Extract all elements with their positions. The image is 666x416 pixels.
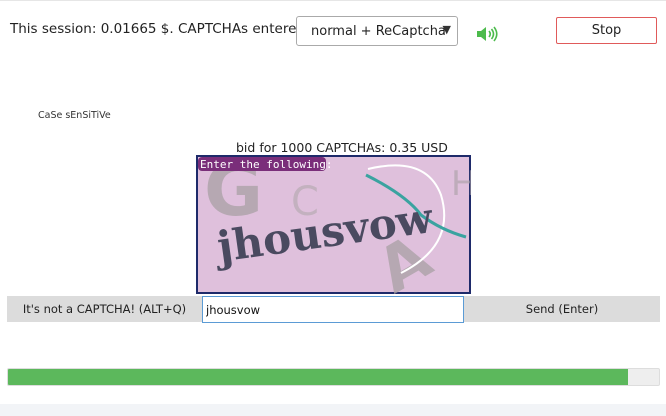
not-captcha-button[interactable]: It's not a CAPTCHA! (ALT+Q) [7, 296, 202, 322]
bid-text: bid for 1000 CAPTCHAs: 0.35 USD [236, 140, 448, 155]
case-sensitive-note: CaSe sEnSiTiVe [38, 110, 111, 121]
top-divider [0, 0, 666, 1]
captcha-answer-input[interactable] [202, 296, 464, 323]
chevron-down-icon[interactable]: ▼ [443, 23, 451, 36]
svg-text:H: H [451, 164, 471, 204]
stop-button[interactable]: Stop [556, 17, 657, 44]
speaker-icon[interactable] [476, 24, 502, 48]
progress-bar [7, 368, 660, 386]
session-status: This session: 0.01665 $. CAPTCHAs entere… [10, 21, 336, 37]
mode-select[interactable]: normal + ReCaptcha ▼ [296, 16, 458, 46]
send-button[interactable]: Send (Enter) [464, 296, 660, 322]
footer-strip [0, 404, 666, 416]
captcha-instruction: Enter the following: [200, 158, 332, 171]
progress-fill [8, 369, 628, 385]
mode-select-value: normal + ReCaptcha [311, 24, 446, 39]
captcha-image: G A C H Enter the following: jhousvow [196, 148, 477, 307]
